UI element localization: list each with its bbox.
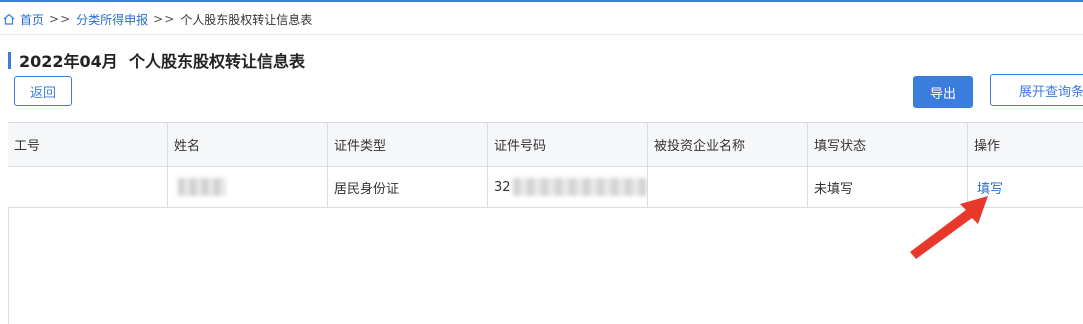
column-header-id-type: 证件类型	[328, 123, 488, 166]
cell-id-type: 居民身份证	[328, 167, 488, 207]
red-arrow-icon	[910, 196, 988, 259]
page-title-block: 2022年04月 个人股东股权转让信息表	[8, 50, 305, 71]
home-icon[interactable]	[2, 12, 16, 26]
column-header-id-number: 证件号码	[488, 123, 648, 166]
column-header-name: 姓名	[168, 123, 328, 166]
id-number-prefix: 32	[494, 179, 511, 195]
breadcrumb-separator: >>	[49, 12, 72, 26]
cell-name	[168, 167, 328, 207]
column-header-invested-company: 被投资企业名称	[648, 123, 808, 166]
redacted-id-number	[512, 178, 647, 196]
export-button[interactable]: 导出	[913, 76, 973, 108]
redacted-name	[178, 178, 226, 196]
column-header-fill-status: 填写状态	[808, 123, 968, 166]
column-header-employee-id: 工号	[8, 123, 168, 166]
column-header-action: 操作	[974, 139, 1001, 154]
breadcrumb-home-link[interactable]: 首页	[20, 11, 44, 28]
cell-id-number: 32	[488, 167, 648, 207]
cell-invested-company	[648, 167, 808, 207]
page-title: 2022年04月 个人股东股权转让信息表	[19, 52, 305, 71]
breadcrumb-category-link[interactable]: 分类所得申报	[76, 11, 148, 28]
breadcrumb-current: 个人股东股权转让信息表	[180, 12, 313, 27]
table-header-row: 工号 姓名 证件类型 证件号码 被投资企业名称 填写状态 操作	[8, 123, 1083, 167]
expand-query-button[interactable]: 展开查询条件	[990, 74, 1083, 106]
back-button[interactable]: 返回	[14, 76, 72, 106]
breadcrumb-separator: >>	[153, 12, 176, 26]
title-accent-bar	[8, 51, 11, 69]
header-divider	[0, 34, 1083, 35]
cell-employee-id	[8, 167, 168, 207]
breadcrumb: 首页 >> 分类所得申报 >> 个人股东股权转让信息表	[0, 8, 312, 30]
top-accent-line	[0, 0, 1083, 2]
